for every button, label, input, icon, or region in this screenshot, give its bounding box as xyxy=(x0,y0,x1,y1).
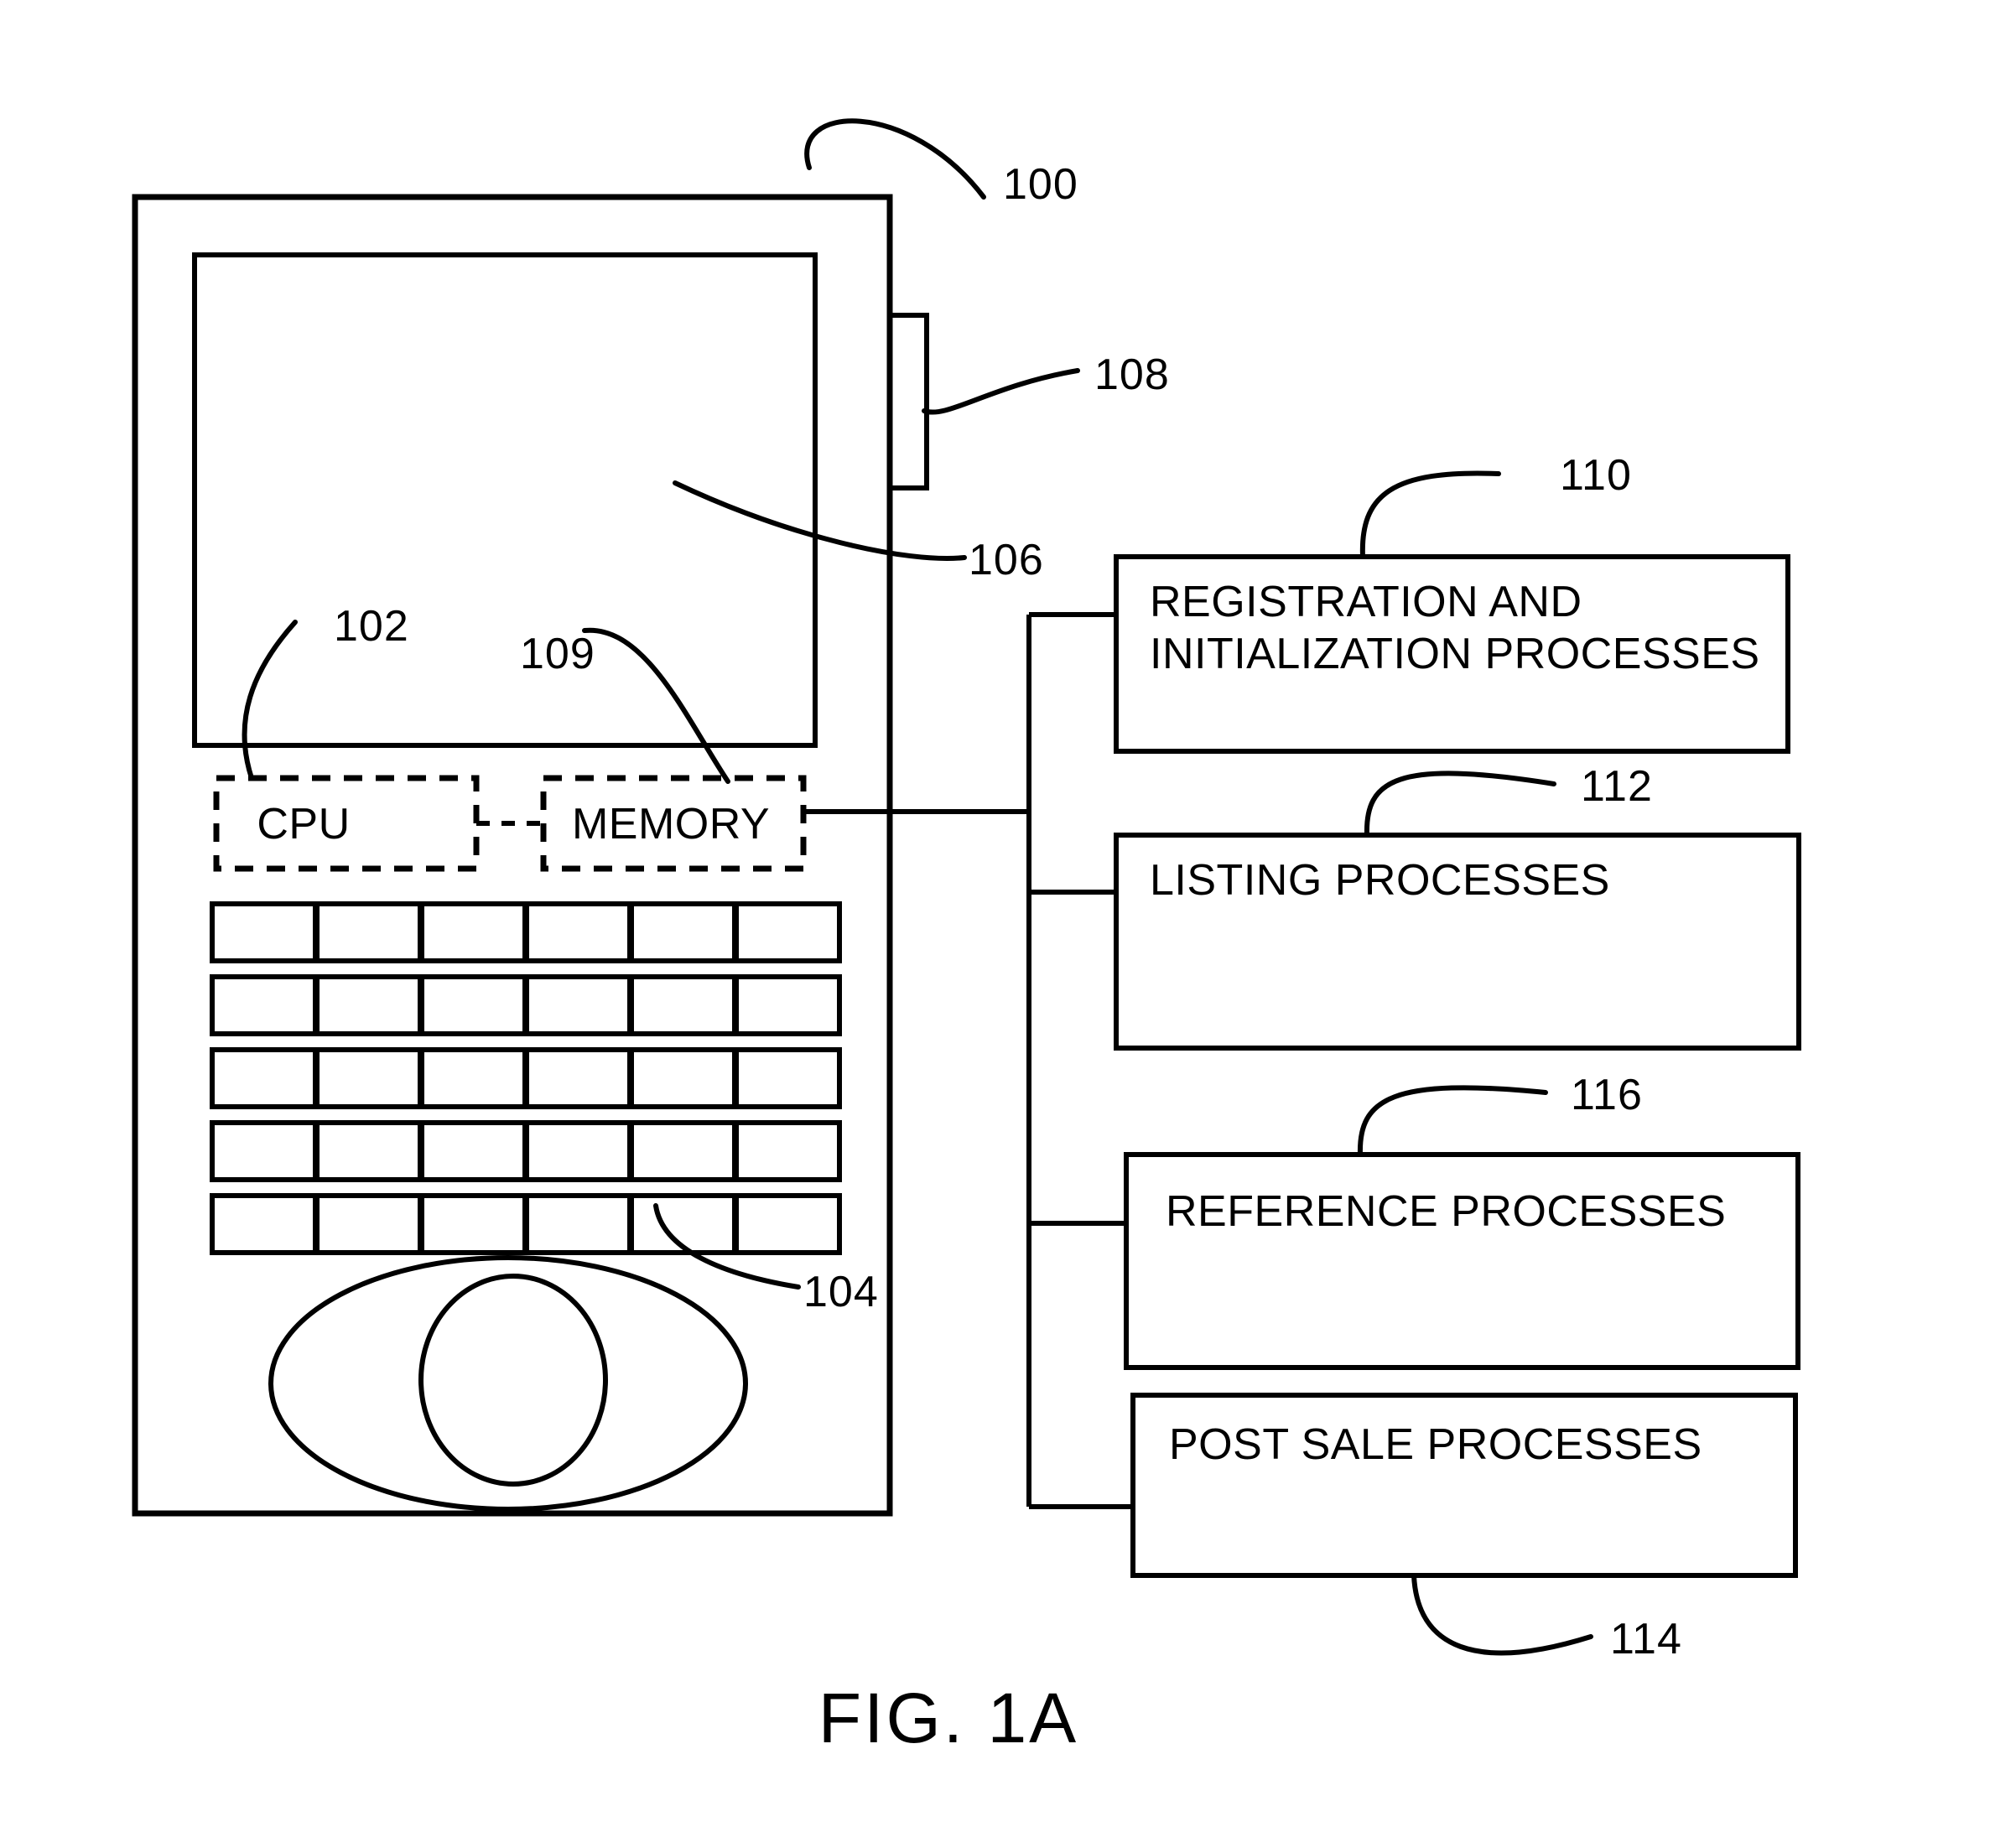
ref-numeral-104: 104 xyxy=(803,1268,879,1316)
lead-line-108 xyxy=(922,368,1080,415)
ref-numeral-112: 112 xyxy=(1581,762,1653,811)
ref-numeral-102: 102 xyxy=(334,602,409,651)
keypad-key[interactable] xyxy=(734,974,842,1036)
keypad-key[interactable] xyxy=(524,1120,632,1182)
lead-line-102 xyxy=(242,620,298,781)
keypad-key[interactable] xyxy=(524,974,632,1036)
keypad-key[interactable] xyxy=(210,1047,318,1109)
lead-line-112 xyxy=(1364,771,1556,838)
figure-caption: FIG. 1A xyxy=(818,1679,1078,1757)
keypad-key[interactable] xyxy=(419,1120,527,1182)
keypad-key[interactable] xyxy=(210,1120,318,1182)
keypad-key[interactable] xyxy=(734,1047,842,1109)
post-sale-processes-label: POST SALE PROCESSES xyxy=(1169,1420,1702,1469)
patent-figure-1a: 100 108 106 102 109 110 112 116 114 104 … xyxy=(0,0,2016,1832)
registration-processes-label-line1: REGISTRATION AND xyxy=(1150,578,1582,626)
ref-numeral-108: 108 xyxy=(1094,350,1170,399)
lead-line-114 xyxy=(1411,1573,1593,1656)
memory-label: MEMORY xyxy=(572,800,770,849)
keypad-key[interactable] xyxy=(314,901,423,963)
registration-processes-label-line2: INITIALIZATION PROCESSES xyxy=(1150,630,1760,678)
lead-line-104 xyxy=(653,1203,801,1290)
keypad-key[interactable] xyxy=(734,901,842,963)
keypad-key[interactable] xyxy=(629,1047,737,1109)
keypad-key[interactable] xyxy=(524,1193,632,1255)
keypad[interactable] xyxy=(210,901,842,1255)
keypad-key[interactable] xyxy=(419,1047,527,1109)
lead-line-106 xyxy=(673,480,967,561)
navigation-pad-outer-ellipse[interactable] xyxy=(268,1255,748,1512)
keypad-key[interactable] xyxy=(419,901,527,963)
navigation-pad-inner-circle[interactable] xyxy=(418,1274,608,1487)
lead-line-110 xyxy=(1359,470,1501,559)
keypad-key[interactable] xyxy=(524,1047,632,1109)
side-button[interactable] xyxy=(887,313,929,490)
ref-numeral-110: 110 xyxy=(1560,451,1632,500)
keypad-key[interactable] xyxy=(419,1193,527,1255)
listing-processes-label: LISTING PROCESSES xyxy=(1150,856,1610,905)
keypad-key[interactable] xyxy=(734,1120,842,1182)
keypad-key[interactable] xyxy=(314,974,423,1036)
keypad-key[interactable] xyxy=(210,1193,318,1255)
keypad-key[interactable] xyxy=(629,974,737,1036)
figure-drawing-canvas: 100 108 106 102 109 110 112 116 114 104 … xyxy=(132,118,1801,1757)
keypad-key[interactable] xyxy=(314,1047,423,1109)
keypad-key[interactable] xyxy=(314,1193,423,1255)
device-screen[interactable] xyxy=(192,252,818,748)
keypad-key[interactable] xyxy=(210,974,318,1036)
ref-numeral-106: 106 xyxy=(969,536,1044,584)
lead-line-109 xyxy=(582,627,730,784)
ref-numeral-109: 109 xyxy=(520,630,595,678)
lead-line-116 xyxy=(1357,1085,1548,1157)
lead-line-100 xyxy=(804,118,986,200)
keypad-key[interactable] xyxy=(419,974,527,1036)
ref-numeral-116: 116 xyxy=(1571,1071,1643,1119)
cpu-label: CPU xyxy=(257,800,350,849)
keypad-key[interactable] xyxy=(524,901,632,963)
keypad-key[interactable] xyxy=(210,901,318,963)
keypad-key[interactable] xyxy=(629,1120,737,1182)
device-body-outline xyxy=(132,194,893,1517)
reference-processes-label: REFERENCE PROCESSES xyxy=(1166,1187,1726,1236)
ref-numeral-114: 114 xyxy=(1610,1615,1682,1663)
keypad-key[interactable] xyxy=(314,1120,423,1182)
keypad-key[interactable] xyxy=(629,901,737,963)
ref-numeral-100: 100 xyxy=(1003,160,1078,209)
keypad-key[interactable] xyxy=(734,1193,842,1255)
